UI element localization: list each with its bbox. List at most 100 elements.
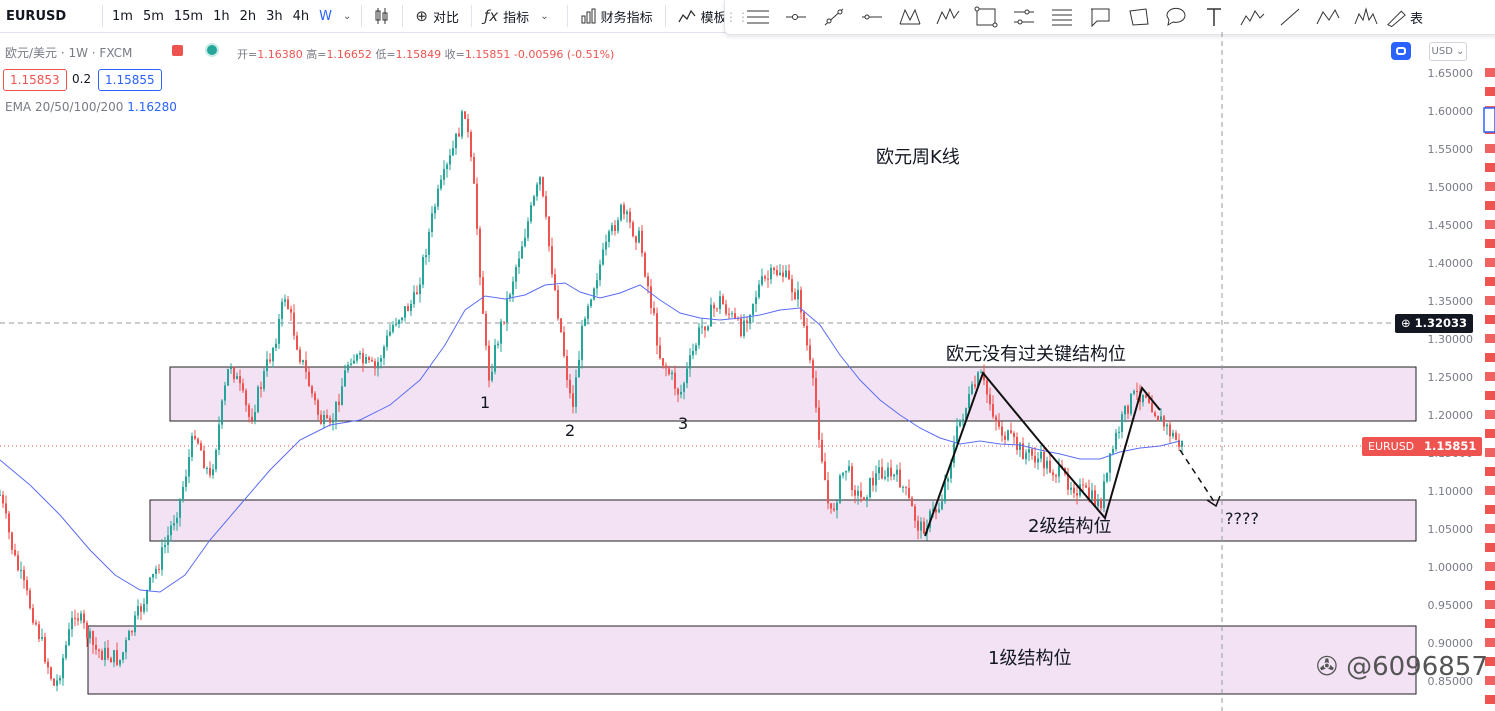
candle xyxy=(2,494,4,504)
abcd-pattern-icon xyxy=(1316,8,1340,25)
candle xyxy=(884,476,886,479)
candle xyxy=(887,467,889,477)
financials-label: 财务指标 xyxy=(600,10,653,26)
timeframe-5m[interactable]: 5m xyxy=(138,9,169,24)
timeframe-1h[interactable]: 1h xyxy=(208,9,235,24)
projection-line[interactable] xyxy=(1179,449,1216,504)
timeframe-w[interactable]: W xyxy=(314,9,337,24)
tool-wave-12345[interactable] xyxy=(1233,0,1271,34)
structure-zone-upper[interactable] xyxy=(169,366,1417,422)
candle xyxy=(101,651,103,660)
price-chart[interactable] xyxy=(0,32,1420,711)
candle xyxy=(578,359,580,378)
candle xyxy=(1070,487,1072,490)
annotation-level1[interactable]: 1级结构位 xyxy=(988,644,1071,670)
annotation-point-1[interactable]: 1 xyxy=(480,393,490,412)
tool-comment[interactable] xyxy=(1157,0,1195,34)
tool-abcd[interactable] xyxy=(1309,0,1347,34)
tool-xabcd[interactable] xyxy=(891,0,929,34)
timeframe-3h[interactable]: 3h xyxy=(261,9,288,24)
candle xyxy=(53,678,55,686)
tool-line[interactable] xyxy=(1271,0,1309,34)
plus-circle-icon[interactable]: ⊕ xyxy=(1401,316,1411,330)
currency-selector[interactable]: USD ⌄ xyxy=(1429,42,1467,61)
annotation-point-2[interactable]: 2 xyxy=(565,421,575,440)
horizontal-ray-icon xyxy=(786,14,806,20)
candle xyxy=(110,658,112,663)
annotation-weekly-title[interactable]: 欧元周K线 xyxy=(876,143,960,169)
candle xyxy=(464,111,466,119)
watchlist-button[interactable] xyxy=(1483,107,1495,133)
candle xyxy=(881,467,883,479)
candle xyxy=(764,276,766,279)
candle xyxy=(95,644,97,650)
polygon-icon xyxy=(1129,8,1149,26)
indicators-button[interactable]: ƒx 指标 ⌄ xyxy=(476,7,563,26)
structure-zone-level1[interactable] xyxy=(87,625,1417,695)
compare-button[interactable]: ⊕ 对比 xyxy=(407,7,467,26)
candle xyxy=(365,357,367,364)
tool-trend-line[interactable] xyxy=(815,0,853,34)
candle xyxy=(14,549,16,556)
candle xyxy=(1028,448,1030,453)
candle xyxy=(713,304,715,309)
candle xyxy=(38,624,40,639)
candle xyxy=(542,177,544,197)
candle xyxy=(353,360,355,364)
candle xyxy=(560,318,562,333)
tool-rectangle[interactable] xyxy=(967,0,1005,34)
financials-button[interactable]: 财务指标 xyxy=(572,7,661,26)
annotation-no-break[interactable]: 欧元没有过关键结构位 xyxy=(946,340,1126,366)
candle xyxy=(311,386,313,394)
tool-horizontal-ray[interactable] xyxy=(777,0,815,34)
candle xyxy=(686,368,688,384)
tool-fib-retracement[interactable] xyxy=(1043,0,1081,34)
annotation-level2[interactable]: 2级结构位 xyxy=(1028,512,1111,538)
candle xyxy=(548,216,550,247)
candle xyxy=(902,486,904,488)
candle xyxy=(71,617,73,630)
candle xyxy=(278,319,280,344)
timeframe-1m[interactable]: 1m xyxy=(107,9,138,24)
divider xyxy=(566,5,568,27)
plus-circle-icon: ⊕ xyxy=(415,7,428,25)
candle xyxy=(776,269,778,276)
tool-text[interactable] xyxy=(1195,0,1233,34)
candle xyxy=(233,367,235,380)
drag-handle-icon[interactable]: ⋮⋮ xyxy=(725,10,749,24)
comment-icon xyxy=(1166,7,1186,27)
timeframe-dropdown-icon[interactable]: ⌄ xyxy=(337,11,357,22)
candle xyxy=(161,547,163,570)
candle xyxy=(35,622,37,625)
alert-marker xyxy=(1485,391,1495,400)
tool-horizontal-lines[interactable] xyxy=(739,0,777,34)
candle xyxy=(1085,485,1087,488)
chevron-down-icon: ⌄ xyxy=(540,10,549,22)
tool-horizontal-line[interactable] xyxy=(853,0,891,34)
chart-style-button[interactable] xyxy=(366,7,398,25)
candle xyxy=(392,324,394,332)
timeframe-4h[interactable]: 4h xyxy=(288,9,315,24)
candle xyxy=(1001,426,1003,436)
symbol-search[interactable]: EURUSD xyxy=(0,9,98,24)
candle xyxy=(122,652,124,660)
candle xyxy=(128,630,130,641)
timeframe-15m[interactable]: 15m xyxy=(169,9,208,24)
tool-elliott-wave[interactable] xyxy=(929,0,967,34)
tool-callout[interactable] xyxy=(1081,0,1119,34)
candle xyxy=(605,241,607,250)
tool-brush[interactable]: 表 xyxy=(1385,0,1423,34)
tool-parallel-channel[interactable] xyxy=(1005,0,1043,34)
chart-resize-icon[interactable] xyxy=(1391,42,1411,60)
tool-polygon[interactable] xyxy=(1119,0,1157,34)
timeframe-2h[interactable]: 2h xyxy=(235,9,262,24)
candle xyxy=(248,405,250,417)
tool-head-shoulders[interactable] xyxy=(1347,0,1385,34)
candle xyxy=(830,503,832,509)
candle xyxy=(701,326,703,328)
annotation-question[interactable]: ???? xyxy=(1225,509,1259,528)
annotation-point-3[interactable]: 3 xyxy=(678,414,688,433)
candle xyxy=(725,304,727,314)
candle xyxy=(587,306,589,319)
candle xyxy=(290,308,292,313)
